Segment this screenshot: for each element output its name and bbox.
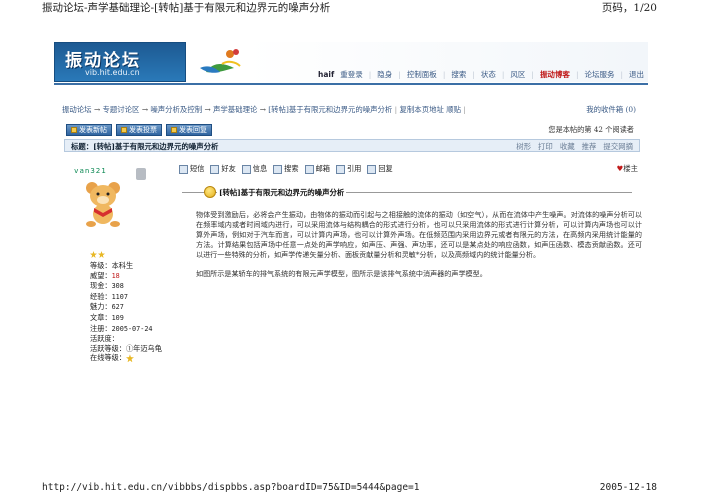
logo-url: vib.hit.edu.cn: [85, 68, 140, 77]
message-icon: [179, 164, 188, 174]
author-stats: 等级：本科生 威望：18 现金：308 经验：1107 魅力：627 文章：10…: [90, 261, 180, 363]
author-online: 在线等级：: [90, 353, 180, 363]
post-reply-button[interactable]: 回复: [367, 164, 393, 174]
topic-title: 标题：[转帖]基于有限元和边界元的噪声分析: [71, 142, 219, 151]
post-title: [转帖]基于有限元和边界元的噪声分析: [217, 187, 347, 198]
new-topic-icon: [71, 127, 77, 133]
nav-relogin[interactable]: 重登录: [340, 69, 363, 80]
post-paragraph: 如图所示是某轿车的排气系统的有限元声学模型，图所示是该排气系统中消声器的声学模型…: [196, 268, 487, 278]
post-toolbar: 短信 好友 信息 搜索 邮箱 引用 回复: [179, 162, 393, 176]
author-posts: 文章：109: [90, 312, 124, 322]
user-status-icon: [136, 168, 146, 180]
author-activity-level: 活跃等级：①年迈乌龟: [90, 343, 162, 353]
reply-icon: [171, 127, 177, 133]
reply-label: 发表回复: [179, 126, 207, 134]
nav-username[interactable]: haif: [318, 70, 334, 79]
print-footer-date: 2005-12-18: [599, 482, 657, 493]
info-button[interactable]: 信息: [241, 164, 267, 174]
bird-logo-icon: [200, 49, 241, 73]
friend-button[interactable]: 好友: [210, 164, 236, 174]
topic-title-bar: 标题：[转帖]基于有限元和边界元的噪声分析 树形 打印 收藏 推荐 提交网摘: [64, 139, 640, 152]
rank-star-icon: [98, 251, 105, 258]
email-button[interactable]: 邮箱: [304, 164, 330, 174]
banner-divider: [54, 83, 648, 85]
submit-digest-link[interactable]: 提交网摘: [603, 141, 633, 152]
new-poll-button[interactable]: 发表投票: [116, 124, 162, 136]
rank-star-icon: [90, 251, 97, 258]
breadcrumb: 振动论坛 → 专题讨论区 → 噪声分析及控制 → 声学基础理论 → [转帖]基于…: [62, 104, 636, 115]
quote-button[interactable]: 引用: [335, 164, 361, 174]
copy-address-link[interactable]: 复制本页地址: [400, 105, 444, 114]
rank-stars: [90, 251, 105, 258]
new-topic-label: 发表新帖: [79, 126, 107, 134]
author-charm: 魅力：627: [90, 302, 124, 312]
author-grade: 等级：本科生: [90, 261, 134, 270]
nav-blog[interactable]: 振动博客: [540, 69, 570, 80]
tree-view-link[interactable]: 树形: [516, 141, 531, 152]
print-footer-url: http://vib.hit.edu.cn/vibbbs/dispbbs.asp…: [42, 482, 420, 493]
teddy-bear-avatar: [86, 182, 120, 227]
nav-area[interactable]: 风区: [510, 69, 525, 80]
friend-icon: [210, 164, 220, 174]
print-page-number: 页码，1/20: [601, 2, 657, 14]
message-button[interactable]: 短信: [179, 164, 204, 174]
favorite-link[interactable]: 收藏: [560, 141, 575, 152]
nav-control-panel[interactable]: 控制面板: [407, 69, 437, 80]
nav-invisible[interactable]: 隐身: [377, 69, 392, 80]
search-icon: [273, 164, 283, 174]
new-topic-button[interactable]: 发表新帖: [66, 124, 112, 136]
print-header: 振动论坛-声学基础理论-[转帖]基于有限元和边界元的噪声分析 页码，1/20: [0, 0, 702, 14]
site-banner: 振动论坛 vib.hit.edu.cn haif 重登录 | 隐身 | 控制面板…: [54, 42, 648, 85]
forum-page: 振动论坛 vib.hit.edu.cn haif 重登录 | 隐身 | 控制面板…: [54, 42, 648, 363]
post-action-buttons: 发表新帖 发表投票 发表回复: [66, 124, 212, 138]
site-logo[interactable]: 振动论坛 vib.hit.edu.cn: [54, 42, 186, 82]
author-exp: 经验：1107: [90, 291, 128, 301]
floor-label: ♥楼主: [616, 164, 638, 173]
author-cash: 现金：308: [90, 281, 124, 291]
breadcrumb-category[interactable]: 专题讨论区: [102, 105, 139, 114]
recommend-link[interactable]: 推荐: [582, 141, 597, 152]
reply-icon: [367, 164, 377, 174]
new-poll-icon: [121, 127, 127, 133]
reader-count: 您是本帖的第 42 个阅读者: [548, 125, 634, 134]
post-body: 物体受到激励后，必将会产生振动，由物体的振动而引起与之相接触的流体的振动（如空气…: [196, 210, 642, 278]
author-panel: van321 等级：本科生 威望：18 现金：308 经验：1107 魅力：62…: [74, 166, 174, 363]
print-header-title: 振动论坛-声学基础理论-[转帖]基于有限元和边界元的噪声分析: [42, 2, 331, 14]
bookmark-link[interactable]: 顺贴: [446, 105, 461, 114]
breadcrumb-forum[interactable]: 振动论坛: [62, 105, 92, 114]
post-header: [转帖]基于有限元和边界元的噪声分析: [182, 185, 632, 199]
print-link[interactable]: 打印: [538, 141, 553, 152]
post-paragraph: 物体受到激励后，必将会产生振动，由物体的振动而引起与之相接触的流体的振动（如空气…: [196, 210, 642, 259]
mail-icon: [304, 164, 314, 174]
top-navigation: haif 重登录 | 隐身 | 控制面板 | 搜索 | 状态 | 风区 | 振动…: [318, 69, 644, 80]
author-name[interactable]: van321: [74, 166, 107, 175]
breadcrumb-board[interactable]: 噪声分析及控制: [150, 105, 202, 114]
nav-logout[interactable]: 退出: [629, 69, 644, 80]
nav-search[interactable]: 搜索: [451, 69, 466, 80]
nav-forum-services[interactable]: 论坛服务: [584, 69, 614, 80]
breadcrumb-subboard[interactable]: 声学基础理论: [213, 105, 257, 114]
author-registered: 注册：2005-07-24: [90, 323, 153, 333]
nav-status[interactable]: 状态: [481, 69, 496, 80]
topic-tools: 树形 打印 收藏 推荐 提交网摘: [516, 141, 633, 152]
smiley-icon: [204, 186, 216, 198]
inbox-link[interactable]: 我的收件箱 (0): [586, 104, 636, 115]
reply-button[interactable]: 发表回复: [166, 124, 212, 136]
info-icon: [241, 164, 251, 174]
author-activity: 活跃度：: [90, 334, 119, 344]
new-poll-label: 发表投票: [129, 126, 157, 134]
quote-icon: [335, 164, 345, 174]
author-prestige: 威望：18: [90, 270, 120, 280]
online-star-icon: [125, 354, 134, 363]
print-footer: http://vib.hit.edu.cn/vibbbs/dispbbs.asp…: [0, 482, 702, 494]
breadcrumb-topic: [转帖]基于有限元和边界元的噪声分析: [268, 105, 393, 114]
search-button[interactable]: 搜索: [273, 164, 299, 174]
